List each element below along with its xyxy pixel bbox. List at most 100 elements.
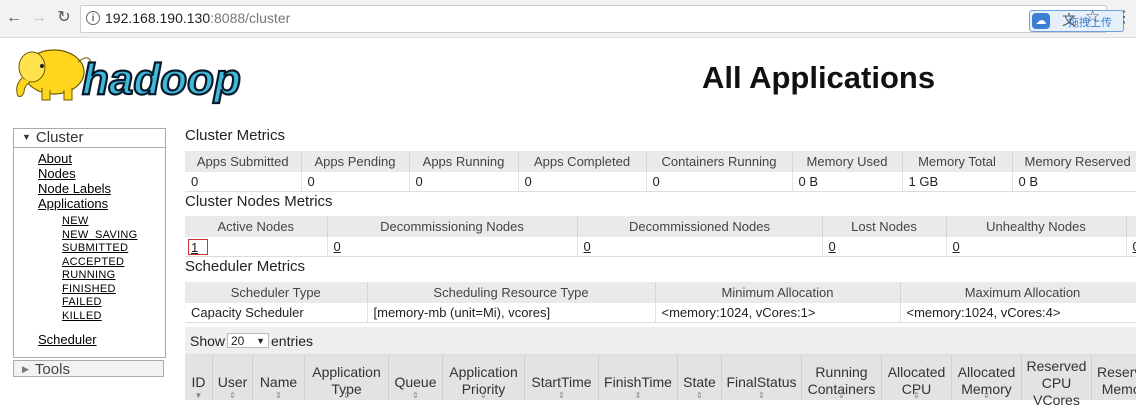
value-minimum-allocation: <memory:1024, vCores:1>	[655, 303, 901, 323]
page-size-select[interactable]: 20 ▼	[227, 333, 269, 348]
bookmark-star-icon[interactable]: ☆	[1085, 7, 1100, 27]
col-memory-used: Memory Used	[792, 151, 903, 172]
value-apps-submitted: 0	[185, 172, 302, 192]
col-running-containers[interactable]: Running Containers ⇕	[802, 355, 882, 400]
col-scheduler-type: Scheduler Type	[185, 282, 368, 303]
sidebar-state-running[interactable]: RUNNING	[62, 269, 115, 281]
entries-label: entries	[271, 333, 314, 349]
sort-icon[interactable]: ⇕	[952, 391, 1021, 400]
value-apps-running: 0	[409, 172, 519, 192]
sort-icon[interactable]: ⇕	[599, 391, 677, 400]
col-decommissioned-nodes: Decommissioned Nodes	[577, 216, 823, 237]
info-icon[interactable]: i	[86, 11, 100, 25]
nodes-metrics-table: Active Nodes Decommissioning Nodes Decom…	[185, 216, 1136, 257]
entries-control: Show 20 ▼ entries	[185, 327, 1136, 355]
sidebar-state-finished[interactable]: FINISHED	[62, 283, 116, 295]
sidebar-item-applications[interactable]: Applications	[38, 196, 108, 211]
sidebar-state-accepted[interactable]: ACCEPTED	[62, 256, 124, 268]
sort-icon[interactable]: ⇕	[389, 391, 442, 400]
value-lost-nodes[interactable]: 0	[822, 237, 947, 257]
value-containers-running: 0	[646, 172, 793, 192]
sidebar-state-new[interactable]: NEW	[62, 215, 89, 227]
value-unhealthy-nodes[interactable]: 0	[946, 237, 1127, 257]
col-unhealthy-nodes: Unhealthy Nodes	[946, 216, 1127, 237]
scheduler-metrics-table: Scheduler Type Scheduling Resource Type …	[185, 282, 1136, 323]
forward-icon[interactable]: →	[29, 8, 49, 28]
value-extra-nodes[interactable]: 0	[1126, 237, 1136, 257]
col-memory-total: Memory Total	[902, 151, 1013, 172]
value-maximum-allocation: <memory:1024, vCores:4>	[900, 303, 1136, 323]
sort-icon[interactable]: ▼	[185, 391, 212, 400]
col-apps-submitted: Apps Submitted	[185, 151, 302, 172]
col-application-type[interactable]: Application Type ⇕	[305, 355, 389, 400]
sort-icon[interactable]: ⇕	[882, 391, 951, 400]
col-allocated-cpu[interactable]: Allocated CPU ⇕	[882, 355, 952, 400]
sidebar-item-about[interactable]: About	[38, 151, 72, 166]
nodes-metrics-title: Cluster Nodes Metrics	[185, 193, 333, 210]
sidebar-state-failed[interactable]: FAILED	[62, 296, 102, 308]
reload-icon[interactable]: ↻	[54, 8, 74, 28]
col-name[interactable]: Name ⇕	[253, 355, 305, 400]
sidebar-state-new-saving[interactable]: NEW_SAVING	[62, 229, 138, 241]
dropdown-arrow-icon: ▼	[256, 336, 265, 346]
col-reserved-cpu[interactable]: Reserved CPU VCores	[1022, 355, 1092, 408]
sort-icon[interactable]: ⇕	[213, 391, 252, 400]
col-queue[interactable]: Queue ⇕	[389, 355, 443, 400]
sidebar-item-node-labels[interactable]: Node Labels	[38, 181, 111, 196]
scheduler-metrics-title: Scheduler Metrics	[185, 258, 306, 275]
col-decommissioning-nodes: Decommissioning Nodes	[327, 216, 578, 237]
sort-icon[interactable]: ⇕	[253, 391, 304, 400]
col-user[interactable]: User ⇕	[213, 355, 253, 400]
col-apps-pending: Apps Pending	[301, 151, 410, 172]
expanded-triangle-icon: ▼	[22, 132, 31, 142]
sidebar-item-scheduler[interactable]: Scheduler	[38, 332, 97, 347]
upload-extension-button[interactable]: ☁ 拖拽上传	[1029, 10, 1124, 32]
col-starttime[interactable]: StartTime ⇕	[525, 355, 599, 400]
collapsed-triangle-icon: ▶	[22, 364, 29, 374]
value-decommissioned-nodes[interactable]: 0	[577, 237, 823, 257]
col-scheduling-resource-type: Scheduling Resource Type	[367, 282, 656, 303]
translate-icon[interactable]: 文	[1062, 10, 1076, 30]
sidebar-cluster: ▼ Cluster About Nodes Node Labels Applica…	[13, 128, 166, 358]
col-reserved-memory[interactable]: Reserved Memory	[1092, 355, 1136, 400]
col-active-nodes: Active Nodes	[185, 216, 328, 237]
value-scheduler-type: Capacity Scheduler	[185, 303, 368, 323]
sidebar-item-nodes[interactable]: Nodes	[38, 166, 76, 181]
sort-icon[interactable]: ⇕	[678, 391, 721, 400]
sidebar-tools-header[interactable]: ▶ Tools	[13, 360, 164, 378]
col-finalstatus[interactable]: FinalStatus ⇕	[722, 355, 802, 400]
col-containers-running: Containers Running	[646, 151, 793, 172]
col-maximum-allocation: Maximum Allocation	[900, 282, 1136, 303]
value-apps-completed: 0	[518, 172, 647, 192]
address-bar[interactable]: i 192.168.190.130:8088/cluster ☁ 拖拽上传	[80, 5, 1124, 33]
value-decommissioning-nodes[interactable]: 0	[327, 237, 578, 257]
applications-table-header: ID ▼ User ⇕ Name ⇕ Application Type ⇕ Queue ⇕…	[185, 355, 1136, 408]
sidebar-state-submitted[interactable]: SUBMITTED	[62, 242, 128, 254]
col-application-priority[interactable]: Application Priority ⇕	[443, 355, 525, 400]
col-state[interactable]: State ⇕	[678, 355, 722, 400]
value-apps-pending: 0	[301, 172, 410, 192]
sort-icon[interactable]: ⇕	[802, 391, 881, 400]
value-memory-used: 0 B	[792, 172, 903, 192]
show-label: Show	[190, 333, 226, 349]
col-id[interactable]: ID ▼	[185, 355, 213, 400]
sort-icon[interactable]: ⇕	[443, 391, 524, 400]
svg-text:hadoop: hadoop	[82, 55, 241, 104]
cloud-icon: ☁	[1032, 13, 1050, 29]
back-icon[interactable]: ←	[4, 8, 24, 28]
sidebar-state-killed[interactable]: KILLED	[62, 310, 102, 322]
col-lost-nodes: Lost Nodes	[822, 216, 947, 237]
menu-icon[interactable]: ⋮	[1116, 7, 1132, 27]
col-memory-reserved: Memory Reserved	[1012, 151, 1136, 172]
sidebar-cluster-header[interactable]: ▼ Cluster	[14, 129, 165, 148]
cluster-metrics-table: Apps Submitted Apps Pending Apps Running…	[185, 151, 1136, 192]
url-text[interactable]: 192.168.190.130:8088/cluster	[105, 10, 290, 26]
col-allocated-memory[interactable]: Allocated Memory ⇕	[952, 355, 1022, 400]
hadoop-logo[interactable]: hadoop	[12, 42, 282, 108]
col-apps-running: Apps Running	[409, 151, 519, 172]
col-finishtime[interactable]: FinishTime ⇕	[599, 355, 678, 400]
sort-icon[interactable]: ⇕	[722, 391, 801, 400]
sort-icon[interactable]: ⇕	[305, 391, 388, 400]
value-active-nodes[interactable]: 1	[185, 237, 328, 257]
sort-icon[interactable]: ⇕	[525, 391, 598, 400]
